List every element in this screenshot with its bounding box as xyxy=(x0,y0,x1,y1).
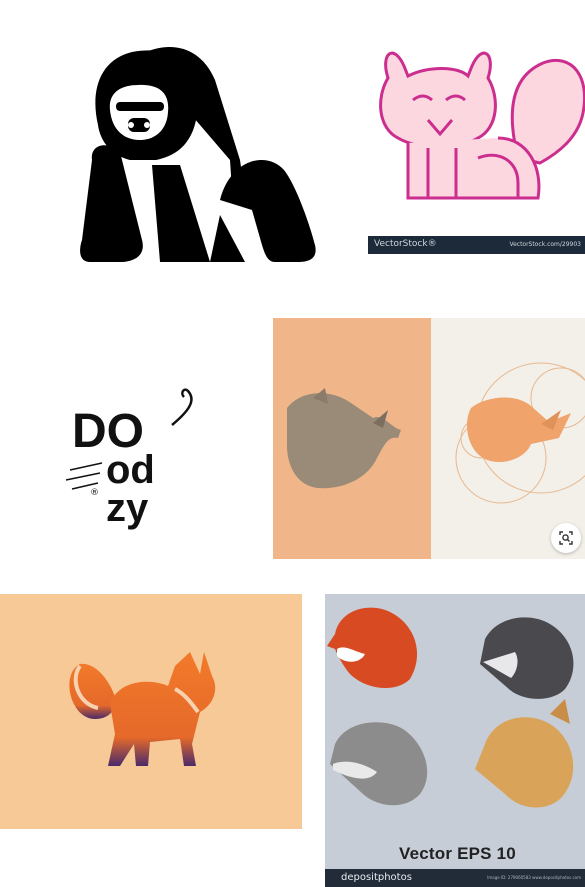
depositphotos-brand: depositphotos xyxy=(341,872,412,883)
gorilla-icon xyxy=(80,47,316,262)
vectorstock-watermark-bar: VectorStock® VectorStock.com/29903 xyxy=(368,236,585,254)
doodzy-tile[interactable]: DO od zy ® xyxy=(60,385,200,535)
fox-icon xyxy=(69,652,216,766)
registered-mark: ® xyxy=(90,488,99,498)
rhino-photo-icon xyxy=(287,388,401,489)
doodzy-logo: DO od zy ® xyxy=(65,388,193,530)
doodzy-line3: zy xyxy=(106,486,149,530)
watermark-url: VectorStock.com/29903 xyxy=(509,241,581,248)
rhino-photo-panel xyxy=(273,318,431,559)
squirrel-tile[interactable]: VectorStock® VectorStock.com/29903 xyxy=(368,38,585,256)
animals-pack-tile[interactable]: Vector EPS 10 depositphotos Image ID: 27… xyxy=(325,594,585,887)
watermark-brand: VectorStock® xyxy=(374,239,437,249)
eps-title: Vector EPS 10 xyxy=(399,844,516,863)
squirrel-icon xyxy=(379,51,585,200)
visual-search-button[interactable] xyxy=(551,523,581,553)
visual-search-icon xyxy=(559,531,573,545)
depositphotos-bar: depositphotos Image ID: 279060583 www.de… xyxy=(325,869,585,887)
rhino-tile[interactable] xyxy=(273,318,585,559)
animal-heads-icon xyxy=(327,607,574,808)
depositphotos-meta: Image ID: 279060583 www.depositphotos.co… xyxy=(487,875,581,880)
gorilla-tile[interactable] xyxy=(70,40,330,270)
fox-tile[interactable] xyxy=(0,594,302,829)
